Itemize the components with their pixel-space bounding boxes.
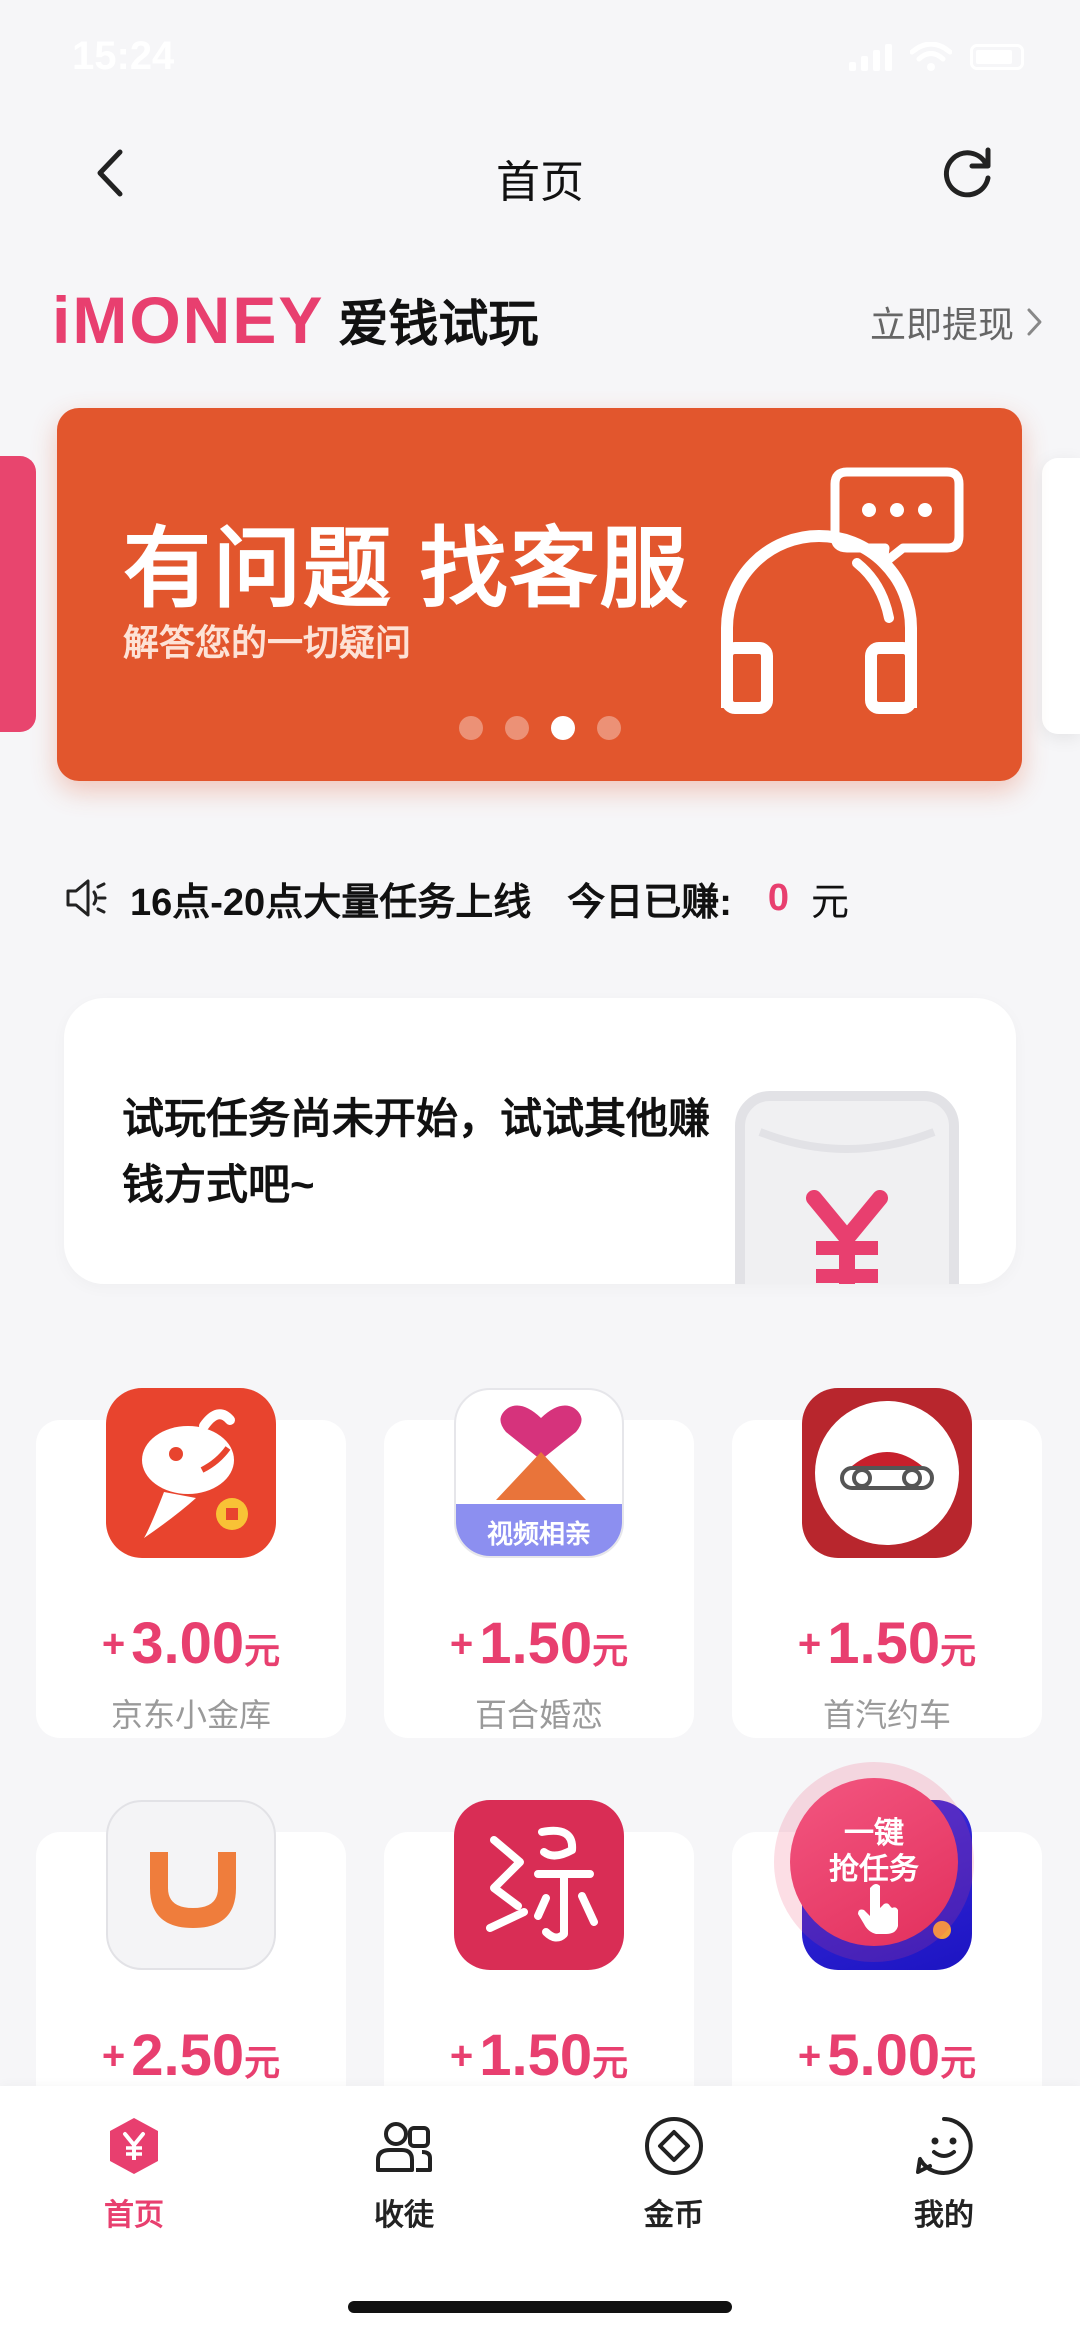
banner-title: 有问题 找客服 bbox=[123, 519, 690, 618]
app-reward: +5.00元 bbox=[797, 2023, 977, 2088]
people-icon bbox=[376, 2122, 432, 2172]
baihe-heart-icon: 视频相亲 bbox=[454, 1388, 624, 1558]
didi-icon bbox=[106, 1800, 276, 1970]
brand: iMONEY 爱钱试玩 bbox=[52, 280, 538, 360]
withdraw-label: 立即提现 bbox=[869, 304, 1014, 345]
battery-icon bbox=[970, 44, 1024, 70]
tab-disciples[interactable]: 收徒 bbox=[304, 2114, 504, 2254]
carousel-dot[interactable] bbox=[458, 716, 483, 740]
app-reward: +1.50元 bbox=[797, 1611, 977, 1676]
red-packet-icon bbox=[735, 1091, 959, 1284]
tab-label: 首页 bbox=[104, 2199, 164, 2232]
earned-label: 今日已赚: bbox=[567, 881, 732, 924]
app-reward: +3.00元 bbox=[101, 1611, 281, 1676]
tab-mine[interactable]: 我的 bbox=[844, 2114, 1044, 2254]
brand-name: 爱钱试玩 bbox=[338, 296, 539, 352]
status-time: 15:24 bbox=[72, 34, 175, 78]
tab-label: 我的 bbox=[914, 2199, 974, 2232]
nav-bar: 首页 bbox=[0, 130, 1080, 216]
app-name: 首汽约车 bbox=[822, 1697, 951, 1733]
page-title: 首页 bbox=[496, 158, 584, 207]
status-icons bbox=[849, 42, 1024, 72]
app-reward: +1.50元 bbox=[449, 2023, 629, 2088]
earned-amount: 0 bbox=[767, 876, 789, 919]
jd-dog-icon bbox=[106, 1388, 276, 1558]
signal-icon bbox=[849, 43, 892, 71]
headset-icon bbox=[721, 467, 964, 714]
app-name: 京东小金库 bbox=[110, 1697, 271, 1733]
earned-unit: 元 bbox=[811, 881, 850, 924]
carousel-dot[interactable] bbox=[596, 716, 621, 740]
yuan-icon bbox=[454, 1800, 624, 1970]
app-reward: +1.50元 bbox=[449, 1611, 629, 1676]
car-icon bbox=[802, 1388, 972, 1558]
status-bar: 15:24 bbox=[0, 0, 1080, 120]
coin-icon bbox=[645, 2117, 703, 2175]
task-status-card: 试玩任务尚未开始，试试其他赚钱方式吧~ bbox=[64, 998, 1016, 1284]
tab-label: 收徒 bbox=[374, 2199, 434, 2232]
grab-task-button[interactable]: 一键 抢任务 bbox=[790, 1778, 958, 1946]
banner-customer-service[interactable]: 有问题 找客服 解答您的一切疑问 bbox=[57, 408, 1022, 781]
wifi-icon bbox=[910, 42, 952, 71]
brand-logo: iMONEY bbox=[52, 283, 325, 357]
notice-bar: 16点-20点大量任务上线 今日已赚: 0 元 bbox=[62, 868, 849, 928]
refresh-icon[interactable] bbox=[934, 140, 1000, 206]
smile-icon bbox=[916, 2117, 973, 2175]
app-reward: +2.50元 bbox=[101, 2023, 281, 2088]
home-yen-icon bbox=[110, 2118, 158, 2174]
app-card-jd[interactable]: +3.00元 京东小金库 bbox=[36, 1388, 346, 1738]
carousel-dots bbox=[57, 716, 1022, 740]
app-card-shouqi[interactable]: +1.50元 首汽约车 bbox=[732, 1388, 1042, 1738]
task-message: 试玩任务尚未开始，试试其他赚钱方式吧~ bbox=[122, 1095, 711, 1208]
tab-coins[interactable]: 金币 bbox=[574, 2114, 774, 2254]
carousel-dot[interactable] bbox=[504, 716, 529, 740]
tab-bar: 首页 收徒 金币 我的 bbox=[0, 2086, 1080, 2337]
tab-home[interactable]: 首页 bbox=[34, 2114, 234, 2254]
banner-subtitle: 解答您的一切疑问 bbox=[123, 622, 412, 663]
home-indicator[interactable] bbox=[348, 2301, 732, 2313]
notice-text: 16点-20点大量任务上线 bbox=[130, 881, 532, 924]
chevron-right-icon bbox=[1027, 308, 1042, 336]
banner-prev-peek[interactable] bbox=[0, 456, 36, 732]
app-name: 百合婚恋 bbox=[474, 1697, 603, 1733]
app-card-baihe[interactable]: 视频相亲 +1.50元 百合婚恋 bbox=[384, 1388, 694, 1738]
banner-next-peek[interactable] bbox=[1042, 458, 1080, 734]
carousel-dot-active[interactable] bbox=[550, 716, 575, 740]
hand-pointer-icon bbox=[858, 1884, 898, 1934]
baihe-icon-caption: 视频相亲 bbox=[486, 1519, 591, 1549]
withdraw-button[interactable]: 立即提现 bbox=[870, 296, 1046, 348]
tab-label: 金币 bbox=[644, 2199, 704, 2232]
speaker-icon bbox=[66, 879, 107, 917]
